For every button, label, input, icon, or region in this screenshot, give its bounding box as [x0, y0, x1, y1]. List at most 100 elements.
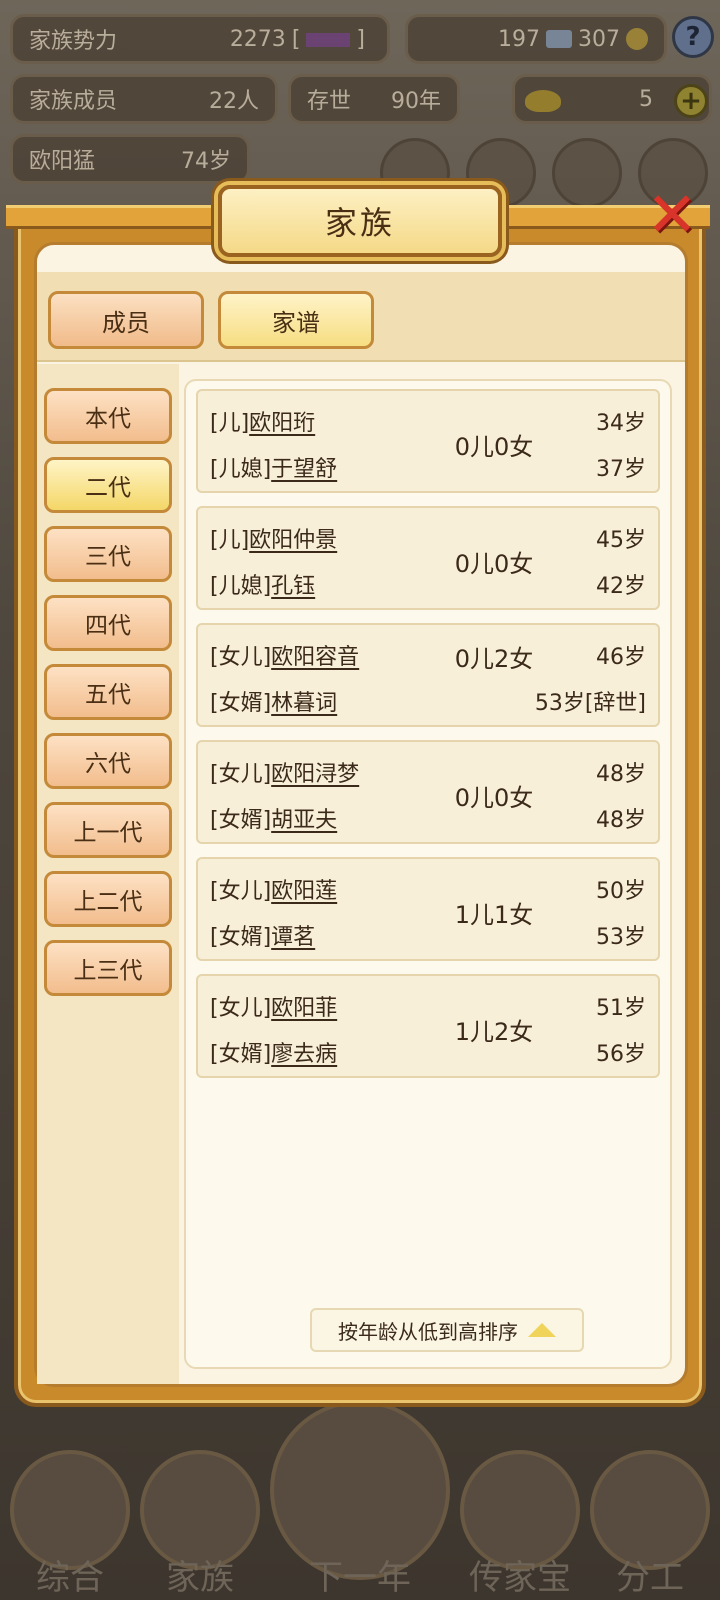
- relation-tag: [儿]: [210, 528, 250, 553]
- member-age: 51岁: [596, 996, 646, 1021]
- silver-value: 197: [498, 26, 540, 52]
- spouse-age: 42岁: [596, 574, 646, 599]
- family-members-pill: 家族成员 22人: [10, 74, 278, 124]
- nav-next-year-label[interactable]: 下一年: [290, 1550, 430, 1599]
- nav-family-label[interactable]: 家族: [130, 1550, 270, 1599]
- generation-up-3[interactable]: 上三代: [44, 940, 172, 996]
- family-card[interactable]: [女儿] 欧阳容音 [女婿] 林暮词 0儿2女 46岁 53岁[辞世]: [196, 623, 660, 727]
- alive-years-label: 存世: [307, 89, 352, 114]
- power-bracket-close: ]: [356, 26, 365, 52]
- patriarch-pill: 欧阳猛 74岁: [10, 134, 250, 184]
- spouse-row: [儿媳] 于望舒: [210, 451, 337, 483]
- member-name-link[interactable]: 于望舒: [271, 451, 337, 483]
- family-card[interactable]: [女儿] 欧阳浔梦 [女婿] 胡亚夫 0儿0女 48岁 48岁: [196, 740, 660, 844]
- family-members-value: 22人: [209, 89, 259, 114]
- member-name-link[interactable]: 谭茗: [271, 919, 315, 951]
- generation-5[interactable]: 五代: [44, 664, 172, 720]
- child-row: [女儿] 欧阳莲: [210, 873, 337, 905]
- family-card[interactable]: [女儿] 欧阳莲 [女婿] 谭茗 1儿1女 50岁 53岁: [196, 857, 660, 961]
- child-row: [女儿] 欧阳容音: [210, 639, 359, 671]
- generation-up-2[interactable]: 上二代: [44, 871, 172, 927]
- relation-tag: [女儿]: [210, 996, 272, 1021]
- generation-2[interactable]: 二代: [44, 457, 172, 513]
- child-row: [儿] 欧阳珩: [210, 405, 315, 437]
- sort-by-age-button[interactable]: 按年龄从低到高排序: [310, 1308, 584, 1352]
- member-name-link[interactable]: 欧阳菲: [271, 990, 337, 1022]
- spouse-age: 48岁: [596, 808, 646, 833]
- family-power-value: 2273[]: [230, 27, 371, 52]
- spouse-row: [女婿] 廖去病: [210, 1036, 337, 1068]
- member-name-link[interactable]: 欧阳仲景: [249, 522, 337, 554]
- relation-tag: [女婿]: [210, 1042, 272, 1067]
- member-name-link[interactable]: 林暮词: [271, 685, 337, 717]
- family-power-pill: 家族势力 2273[]: [10, 14, 390, 64]
- member-name-link[interactable]: 欧阳莲: [271, 873, 337, 905]
- member-age: 45岁: [596, 528, 646, 553]
- power-bracket-open: [: [291, 26, 301, 52]
- nav-general-label[interactable]: 综合: [0, 1550, 140, 1599]
- member-age: 46岁: [596, 645, 646, 670]
- event-icon-3[interactable]: [552, 138, 622, 208]
- relation-tag: [女婿]: [210, 925, 272, 950]
- children-count: 0儿0女: [454, 550, 534, 578]
- tab-family-tree[interactable]: 家谱: [218, 291, 374, 349]
- relation-tag: [女婿]: [210, 691, 272, 716]
- relation-tag: [儿]: [210, 411, 250, 436]
- silver-icon: [546, 30, 572, 48]
- help-button[interactable]: ?: [672, 16, 714, 58]
- spouse-row: [女婿] 谭茗: [210, 919, 315, 951]
- children-count: 0儿2女: [454, 645, 534, 673]
- family-card[interactable]: [儿] 欧阳仲景 [儿媳] 孔钰 0儿0女 45岁 42岁: [196, 506, 660, 610]
- relation-tag: [儿媳]: [210, 574, 272, 599]
- member-name-link[interactable]: 胡亚夫: [271, 802, 337, 834]
- member-name-link[interactable]: 廖去病: [271, 1036, 337, 1068]
- spouse-row: [儿媳] 孔钰: [210, 568, 315, 600]
- member-age: 50岁: [596, 879, 646, 904]
- gold-ingot-icon: [525, 90, 561, 112]
- generation-6[interactable]: 六代: [44, 733, 172, 789]
- family-card[interactable]: [女儿] 欧阳菲 [女婿] 廖去病 1儿2女 51岁 56岁: [196, 974, 660, 1078]
- member-name-link[interactable]: 欧阳浔梦: [271, 756, 359, 788]
- relation-tag: [女儿]: [210, 645, 272, 670]
- alive-years-pill: 存世 90年: [288, 74, 460, 124]
- generation-current[interactable]: 本代: [44, 388, 172, 444]
- spouse-age: 53岁: [596, 925, 646, 950]
- close-button[interactable]: ✕: [640, 183, 704, 247]
- children-count: 1儿2女: [454, 1018, 534, 1046]
- tab-members[interactable]: 成员: [48, 291, 204, 349]
- children-count: 0儿0女: [454, 784, 534, 812]
- coin-icon: [626, 28, 648, 50]
- children-count: 0儿0女: [454, 433, 534, 461]
- nav-heirloom-label[interactable]: 传家宝: [450, 1550, 590, 1599]
- spouse-row: [女婿] 胡亚夫: [210, 802, 337, 834]
- nav-division-label[interactable]: 分工: [580, 1550, 720, 1599]
- spouse-age: 56岁: [596, 1042, 646, 1067]
- title-wing-left: [6, 205, 220, 229]
- generation-3[interactable]: 三代: [44, 526, 172, 582]
- relation-tag: [女婿]: [210, 808, 272, 833]
- add-gold-button[interactable]: +: [674, 84, 708, 118]
- member-age: 48岁: [596, 762, 646, 787]
- child-row: [女儿] 欧阳菲: [210, 990, 337, 1022]
- relation-tag: [女儿]: [210, 762, 272, 787]
- patriarch-name: 欧阳猛: [29, 149, 96, 174]
- coin-value: 307: [578, 26, 620, 52]
- member-name-link[interactable]: 孔钰: [271, 568, 315, 600]
- generation-up-1[interactable]: 上一代: [44, 802, 172, 858]
- children-count: 1儿1女: [454, 901, 534, 929]
- family-members-label: 家族成员: [29, 89, 118, 114]
- modal-title: 家族: [218, 185, 502, 257]
- patriarch-age: 74岁: [181, 149, 231, 174]
- power-rank-badge: [306, 32, 351, 47]
- member-name-link[interactable]: 欧阳容音: [271, 639, 359, 671]
- member-name-link[interactable]: 欧阳珩: [249, 405, 315, 437]
- family-card[interactable]: [儿] 欧阳珩 [儿媳] 于望舒 0儿0女 34岁 37岁: [196, 389, 660, 493]
- sort-ascending-icon: [528, 1323, 556, 1337]
- sort-label: 按年龄从低到高排序: [338, 1319, 518, 1344]
- spouse-age: 53岁[辞世]: [534, 691, 646, 716]
- currency-pill: 197 307: [405, 14, 667, 64]
- gold-value: 5: [639, 86, 653, 112]
- child-row: [儿] 欧阳仲景: [210, 522, 337, 554]
- family-power-label: 家族势力: [29, 29, 118, 54]
- generation-4[interactable]: 四代: [44, 595, 172, 651]
